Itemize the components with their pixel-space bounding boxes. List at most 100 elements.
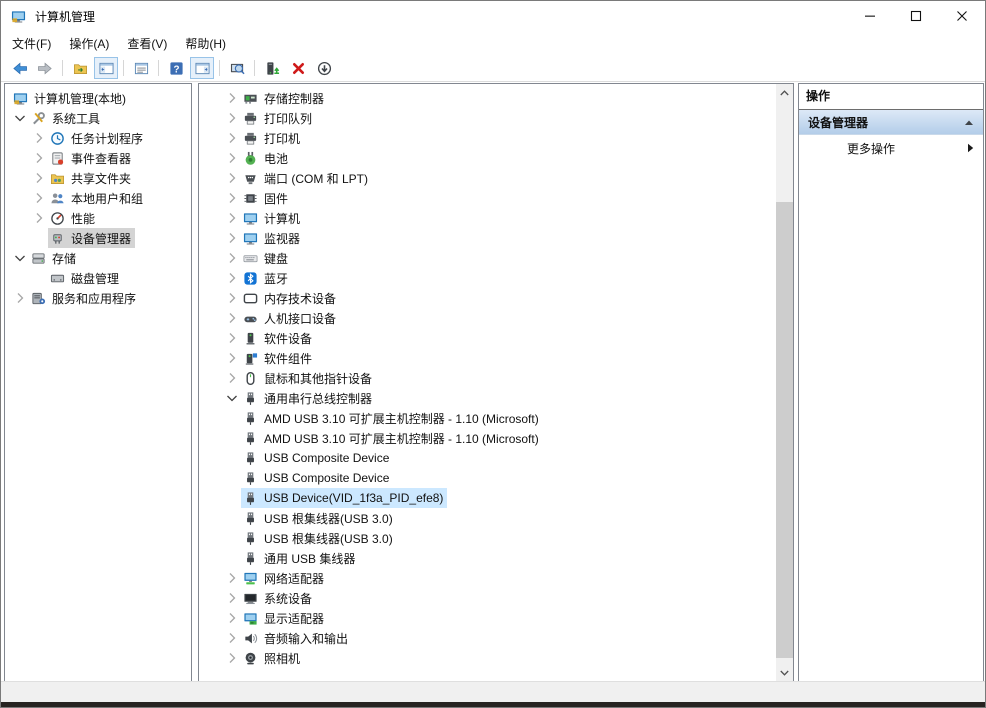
update-driver-button[interactable] (260, 57, 284, 79)
vertical-scrollbar[interactable] (776, 84, 793, 681)
tree-item-keyboards[interactable]: 键盘 (199, 248, 793, 268)
help-button[interactable]: ? (164, 57, 188, 79)
chevron-expanded-icon[interactable] (11, 110, 29, 126)
show-action-pane-button[interactable] (190, 57, 214, 79)
chevron-collapsed-icon[interactable] (223, 570, 241, 586)
window-bottom-edge (1, 702, 985, 707)
tree-item-usb-composite-device-2[interactable]: USB Composite Device (199, 468, 793, 488)
tree-item-software-components[interactable]: 软件组件 (199, 348, 793, 368)
tree-item-usb-controllers[interactable]: 通用串行总线控制器 (199, 388, 793, 408)
tree-item-storage[interactable]: 存储 (5, 248, 191, 268)
tree-item-print-queues[interactable]: 打印队列 (199, 108, 793, 128)
tree-item-bluetooth[interactable]: 蓝牙 (199, 268, 793, 288)
chevron-collapsed-icon[interactable] (30, 210, 48, 226)
collapse-section-icon[interactable] (964, 119, 974, 126)
tree-item-generic-usb-hub[interactable]: 通用 USB 集线器 (199, 548, 793, 568)
tree-item-usb-root-hub-2[interactable]: USB 根集线器(USB 3.0) (199, 528, 793, 548)
chevron-collapsed-icon[interactable] (223, 350, 241, 366)
tree-item-local-users-groups[interactable]: 本地用户和组 (5, 188, 191, 208)
tree-item-mice-pointing-devices[interactable]: 鼠标和其他指针设备 (199, 368, 793, 388)
maximize-button[interactable] (893, 1, 939, 31)
tree-item-ports-com-lpt[interactable]: 端口 (COM 和 LPT) (199, 168, 793, 188)
back-button[interactable] (7, 57, 31, 79)
chevron-collapsed-icon[interactable] (223, 190, 241, 206)
chevron-collapsed-icon[interactable] (223, 230, 241, 246)
scroll-down-button[interactable] (776, 664, 793, 681)
monitor-icon (242, 210, 258, 226)
export-list-button[interactable] (68, 57, 92, 79)
menu-file[interactable]: 文件(F) (3, 32, 60, 55)
chevron-collapsed-icon[interactable] (223, 630, 241, 646)
scrollbar-thumb[interactable] (776, 202, 793, 658)
tree-item-memory-technology-devices[interactable]: 内存技术设备 (199, 288, 793, 308)
tree-item-event-viewer[interactable]: 事件查看器 (5, 148, 191, 168)
chevron-collapsed-icon[interactable] (223, 210, 241, 226)
tree-item-human-interface-devices[interactable]: 人机接口设备 (199, 308, 793, 328)
tree-item-performance[interactable]: 性能 (5, 208, 191, 228)
tree-item-shared-folders[interactable]: 共享文件夹 (5, 168, 191, 188)
tree-item-disk-management[interactable]: 磁盘管理 (5, 268, 191, 288)
tree-item-printers[interactable]: 打印机 (199, 128, 793, 148)
tree-item-software-devices[interactable]: 软件设备 (199, 328, 793, 348)
chevron-collapsed-icon[interactable] (30, 190, 48, 206)
tree-item-monitors[interactable]: 监视器 (199, 228, 793, 248)
chevron-expanded-icon[interactable] (223, 390, 241, 406)
chevron-collapsed-icon[interactable] (223, 290, 241, 306)
tree-item-device-manager[interactable]: 设备管理器 (5, 228, 191, 248)
tree-item-system-devices[interactable]: 系统设备 (199, 588, 793, 608)
tree-item-services-applications[interactable]: 服务和应用程序 (5, 288, 191, 308)
properties-button[interactable] (129, 57, 153, 79)
tree-item-computer[interactable]: 计算机 (199, 208, 793, 228)
forward-button[interactable] (33, 57, 57, 79)
chevron-collapsed-icon[interactable] (223, 610, 241, 626)
tree-item-audio-inputs-outputs[interactable]: 音频输入和输出 (199, 628, 793, 648)
chevron-collapsed-icon[interactable] (30, 130, 48, 146)
close-button[interactable] (939, 1, 985, 31)
chevron-collapsed-icon[interactable] (223, 310, 241, 326)
tree-item-usb-host-controller-1[interactable]: AMD USB 3.10 可扩展主机控制器 - 1.10 (Microsoft) (199, 408, 793, 428)
tree-item-network-adapters[interactable]: 网络适配器 (199, 568, 793, 588)
tree-item-firmware[interactable]: 固件 (199, 188, 793, 208)
tree-item-usb-device-vid-pid[interactable]: USB Device(VID_1f3a_PID_efe8) (199, 488, 793, 508)
tree-item-usb-composite-device-1[interactable]: USB Composite Device (199, 448, 793, 468)
chevron-collapsed-icon[interactable] (223, 170, 241, 186)
chevron-collapsed-icon[interactable] (223, 130, 241, 146)
tree-item-display-adapters[interactable]: 显示适配器 (199, 608, 793, 628)
uninstall-device-button[interactable] (286, 57, 310, 79)
actions-section-device-manager[interactable]: 设备管理器 (799, 110, 983, 135)
chevron-collapsed-icon[interactable] (223, 590, 241, 606)
tree-item-label: USB 根集线器(USB 3.0) (262, 509, 395, 528)
chevron-collapsed-icon[interactable] (223, 110, 241, 126)
menu-action[interactable]: 操作(A) (60, 32, 118, 55)
show-console-tree-button[interactable] (94, 57, 118, 79)
disable-device-button[interactable] (312, 57, 336, 79)
chevron-collapsed-icon[interactable] (223, 330, 241, 346)
tree-item-storage-controllers[interactable]: 存储控制器 (199, 88, 793, 108)
chevron-collapsed-icon[interactable] (30, 150, 48, 166)
chevron-collapsed-icon[interactable] (223, 150, 241, 166)
chevron-collapsed-icon[interactable] (223, 270, 241, 286)
tree-item-usb-host-controller-2[interactable]: AMD USB 3.10 可扩展主机控制器 - 1.10 (Microsoft) (199, 428, 793, 448)
tree-item-batteries[interactable]: 电池 (199, 148, 793, 168)
tree-item-cameras[interactable]: 照相机 (199, 648, 793, 668)
chevron-collapsed-icon[interactable] (223, 650, 241, 666)
scan-hardware-changes-button[interactable] (225, 57, 249, 79)
system-tools-icon (30, 110, 46, 126)
chevron-collapsed-icon[interactable] (223, 370, 241, 386)
tree-item-usb-root-hub-1[interactable]: USB 根集线器(USB 3.0) (199, 508, 793, 528)
row-content: 磁盘管理 (48, 268, 123, 288)
minimize-button[interactable] (847, 1, 893, 31)
chevron-collapsed-icon[interactable] (223, 250, 241, 266)
scroll-up-button[interactable] (776, 84, 793, 101)
menu-help[interactable]: 帮助(H) (176, 32, 235, 55)
tree-item-system-tools[interactable]: 系统工具 (5, 108, 191, 128)
chevron-expanded-icon[interactable] (11, 250, 29, 266)
mouse-icon (242, 370, 258, 386)
more-actions-item[interactable]: 更多操作 (799, 135, 983, 161)
chevron-collapsed-icon[interactable] (30, 170, 48, 186)
menu-view[interactable]: 查看(V) (118, 32, 176, 55)
tree-item-computer-management-local[interactable]: 计算机管理(本地) (5, 88, 191, 108)
chevron-collapsed-icon[interactable] (11, 290, 29, 306)
tree-item-task-scheduler[interactable]: 任务计划程序 (5, 128, 191, 148)
chevron-collapsed-icon[interactable] (223, 90, 241, 106)
